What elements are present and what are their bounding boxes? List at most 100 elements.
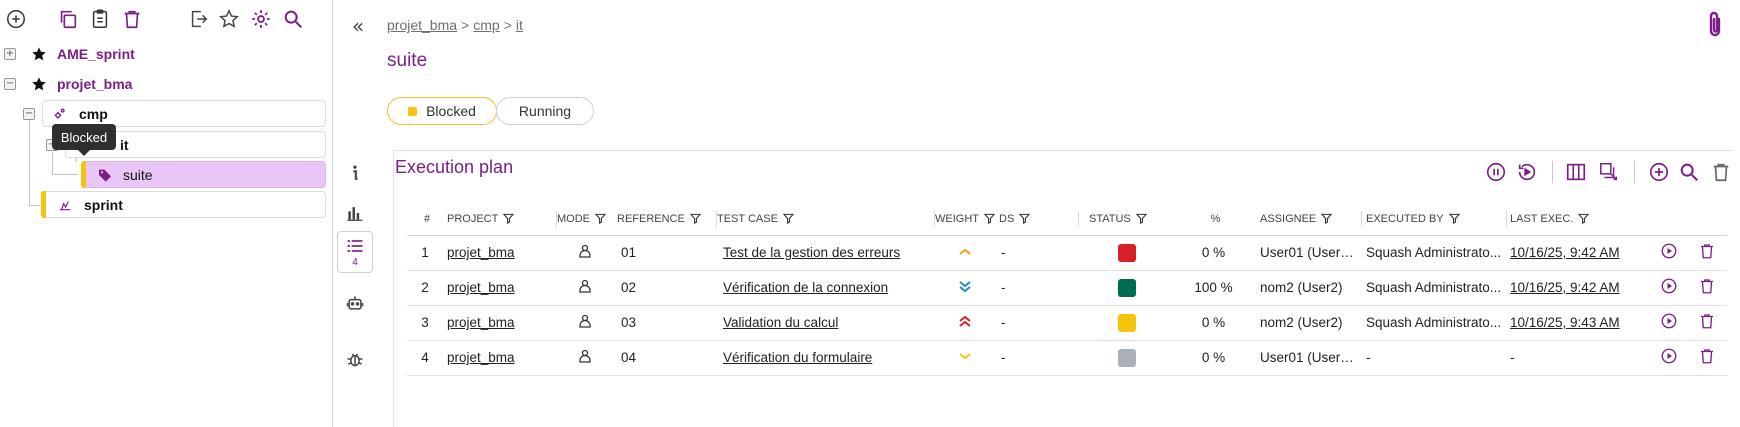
search-icon[interactable]: [281, 7, 305, 31]
column-header-executed-by[interactable]: Executed by: [1362, 203, 1507, 236]
row-delete[interactable]: [1690, 270, 1727, 306]
breadcrumb-item-cmp[interactable]: cmp: [473, 17, 499, 33]
row-project-link[interactable]: projet_bma: [447, 270, 557, 306]
status-badge[interactable]: [1118, 348, 1136, 367]
filter-icon[interactable]: [595, 213, 606, 225]
row-status[interactable]: [1079, 340, 1179, 376]
filter-icon[interactable]: [1448, 213, 1460, 225]
play-circle-icon[interactable]: [1660, 277, 1678, 298]
automation-tab[interactable]: [337, 285, 373, 321]
row-delete[interactable]: [1690, 305, 1727, 341]
filter-icon[interactable]: [1019, 213, 1031, 225]
row-test-case-link[interactable]: Test de la gestion des erreurs: [717, 235, 935, 271]
row-project-link-text[interactable]: projet_bma: [447, 245, 515, 260]
row-last-exec-link-text[interactable]: 10/16/25, 9:43 AM: [1510, 315, 1620, 330]
row-test-case-link-text[interactable]: Vérification de la connexion: [723, 280, 888, 295]
column-header-status[interactable]: Status: [1079, 203, 1179, 236]
status-badge[interactable]: [1118, 243, 1136, 262]
trash-icon[interactable]: [1698, 277, 1716, 298]
column-header-mode[interactable]: Mode: [557, 203, 617, 236]
play-circle-icon[interactable]: [1660, 242, 1678, 263]
column-header-assignee[interactable]: Assignee: [1252, 203, 1362, 236]
filter-icon[interactable]: [1321, 213, 1333, 225]
status-badge[interactable]: [1118, 278, 1136, 297]
column-header-last-exec[interactable]: Last exec.: [1507, 203, 1652, 236]
gear-icon[interactable]: [249, 7, 273, 31]
tree-expander-cmp[interactable]: −: [23, 108, 35, 120]
tree-expander-ame-sprint[interactable]: +: [4, 48, 16, 60]
tree-node-suite[interactable]: suite: [81, 161, 326, 188]
trash-icon[interactable]: [1698, 347, 1716, 368]
table-row[interactable]: 1 projet_bma 01 Test de la gestion des erre…: [407, 235, 1727, 271]
add-circle-icon[interactable]: [4, 7, 28, 31]
row-run[interactable]: [1652, 270, 1690, 306]
row-run[interactable]: [1652, 235, 1690, 271]
info-tab[interactable]: [337, 155, 373, 191]
paste-icon[interactable]: [88, 7, 112, 31]
star-icon[interactable]: [217, 7, 241, 31]
status-badge[interactable]: [1118, 313, 1136, 332]
row-delete[interactable]: [1690, 235, 1727, 271]
execution-plan-tab[interactable]: 4: [337, 231, 373, 273]
row-last-exec-link[interactable]: 10/16/25, 9:42 AM: [1507, 235, 1652, 271]
column-header-reference[interactable]: Reference: [617, 203, 717, 236]
row-last-exec-link[interactable]: 10/16/25, 9:42 AM: [1507, 270, 1652, 306]
paperclip-icon[interactable]: [1702, 10, 1728, 40]
favorite-star-icon[interactable]: [31, 76, 47, 92]
row-project-link-text[interactable]: projet_bma: [447, 350, 515, 365]
row-last-exec-link[interactable]: 10/16/25, 9:43 AM: [1507, 305, 1652, 341]
breadcrumb-item-projet-bma[interactable]: projet_bma: [387, 17, 457, 33]
row-project-link-text[interactable]: projet_bma: [447, 315, 515, 330]
play-circle-icon[interactable]: [1660, 312, 1678, 333]
filter-icon[interactable]: [689, 213, 701, 225]
add-icon[interactable]: [1647, 160, 1671, 184]
column-header-project[interactable]: Project: [447, 203, 557, 236]
row-test-case-link-text[interactable]: Test de la gestion des erreurs: [723, 245, 900, 260]
table-row[interactable]: 3 projet_bma 03 Validation du calcul - 0 % nom…: [407, 305, 1727, 341]
row-last-exec-link-text[interactable]: 10/16/25, 9:42 AM: [1510, 245, 1620, 260]
row-test-case-link-text[interactable]: Vérification du formulaire: [723, 350, 872, 365]
filter-icon[interactable]: [782, 213, 794, 225]
row-last-exec-link-text[interactable]: 10/16/25, 9:42 AM: [1510, 280, 1620, 295]
pause-icon[interactable]: [1484, 160, 1508, 184]
status-running-button[interactable]: Running: [496, 97, 594, 125]
columns-icon[interactable]: [1564, 160, 1588, 184]
trash-icon[interactable]: [120, 7, 144, 31]
row-test-case-link[interactable]: Vérification du formulaire: [717, 340, 935, 376]
row-project-link[interactable]: projet_bma: [447, 340, 557, 376]
row-project-link-text[interactable]: projet_bma: [447, 280, 515, 295]
export-icon[interactable]: [187, 7, 211, 31]
play-circle-icon[interactable]: [1660, 347, 1678, 368]
row-run[interactable]: [1652, 340, 1690, 376]
row-project-link[interactable]: projet_bma: [447, 235, 557, 271]
tree-project-ame-sprint[interactable]: AME_sprint: [57, 46, 135, 62]
tree-expander-projet-bma[interactable]: −: [4, 78, 16, 90]
row-status[interactable]: [1079, 305, 1179, 341]
collapse-panel-button[interactable]: «: [346, 14, 370, 38]
trash-icon[interactable]: [1698, 312, 1716, 333]
filter-icon[interactable]: [503, 213, 515, 225]
trash-icon[interactable]: [1709, 160, 1733, 184]
column-header-weight[interactable]: Weight: [935, 203, 999, 236]
status-blocked-button[interactable]: Blocked: [387, 97, 497, 125]
favorite-star-icon[interactable]: [31, 46, 47, 62]
issues-tab[interactable]: [337, 341, 373, 377]
row-status[interactable]: [1079, 270, 1179, 306]
search-icon[interactable]: [1677, 160, 1701, 184]
row-assignee[interactable]: User01 (User01): [1252, 235, 1362, 271]
tree-node-cmp[interactable]: cmp: [42, 100, 326, 127]
column-header-test-case[interactable]: Test case: [717, 203, 935, 236]
row-test-case-link[interactable]: Vérification de la connexion: [717, 270, 935, 306]
column-header-ds[interactable]: DS: [999, 203, 1079, 236]
table-row[interactable]: 2 projet_bma 02 Vérification de la connexio…: [407, 270, 1727, 306]
filter-icon[interactable]: [1578, 213, 1590, 225]
row-test-case-link[interactable]: Validation du calcul: [717, 305, 935, 341]
breadcrumb-item-it[interactable]: it: [516, 17, 523, 33]
multi-select-icon[interactable]: [1597, 160, 1621, 184]
row-status[interactable]: [1079, 235, 1179, 271]
filter-icon[interactable]: [984, 213, 995, 225]
row-run[interactable]: [1652, 305, 1690, 341]
tree-node-sprint[interactable]: sprint: [41, 191, 326, 218]
copy-icon[interactable]: [56, 7, 80, 31]
filter-icon[interactable]: [1135, 213, 1147, 225]
